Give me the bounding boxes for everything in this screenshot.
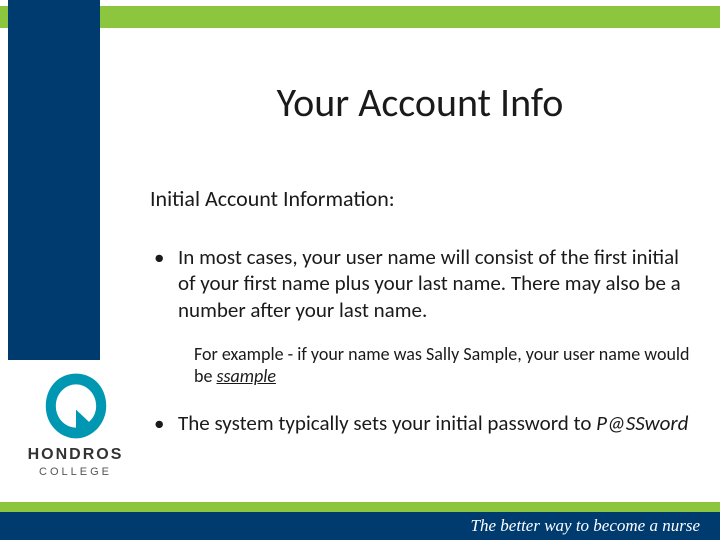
bullet-item: The system typically sets your initial p… (150, 410, 690, 436)
bullet-text: The system typically sets your initial p… (178, 410, 596, 436)
footer-accent-bar (0, 502, 720, 512)
slide-title: Your Account Info (160, 78, 680, 127)
bullet-italic: P@SSword (596, 410, 688, 436)
logo-subtext: COLLEGE (8, 466, 143, 478)
footer-bar: The better way to become a nurse (0, 512, 720, 540)
bullet-list: In most cases, your user name will consi… (150, 244, 690, 323)
footer: The better way to become a nurse (0, 502, 720, 540)
top-accent-bar (0, 6, 720, 28)
bullet-text: In most cases, your user name will consi… (178, 244, 681, 323)
logo-mark-icon (40, 370, 112, 442)
logo-name: HONDROS (8, 446, 143, 464)
subheading: Initial Account Information: (150, 185, 690, 212)
slide: Your Account Info Initial Account Inform… (0, 0, 720, 540)
left-accent-bar (8, 0, 100, 360)
content-area: Initial Account Information: In most cas… (150, 185, 690, 454)
footer-tagline: The better way to become a nurse (471, 516, 700, 536)
bullet-list: The system typically sets your initial p… (150, 410, 690, 436)
example-text: For example - if your name was Sally Sam… (150, 343, 690, 388)
bullet-item: In most cases, your user name will consi… (150, 244, 690, 323)
example-emphasis: ssample (216, 365, 275, 387)
brand-logo: HONDROS COLLEGE (8, 370, 143, 478)
